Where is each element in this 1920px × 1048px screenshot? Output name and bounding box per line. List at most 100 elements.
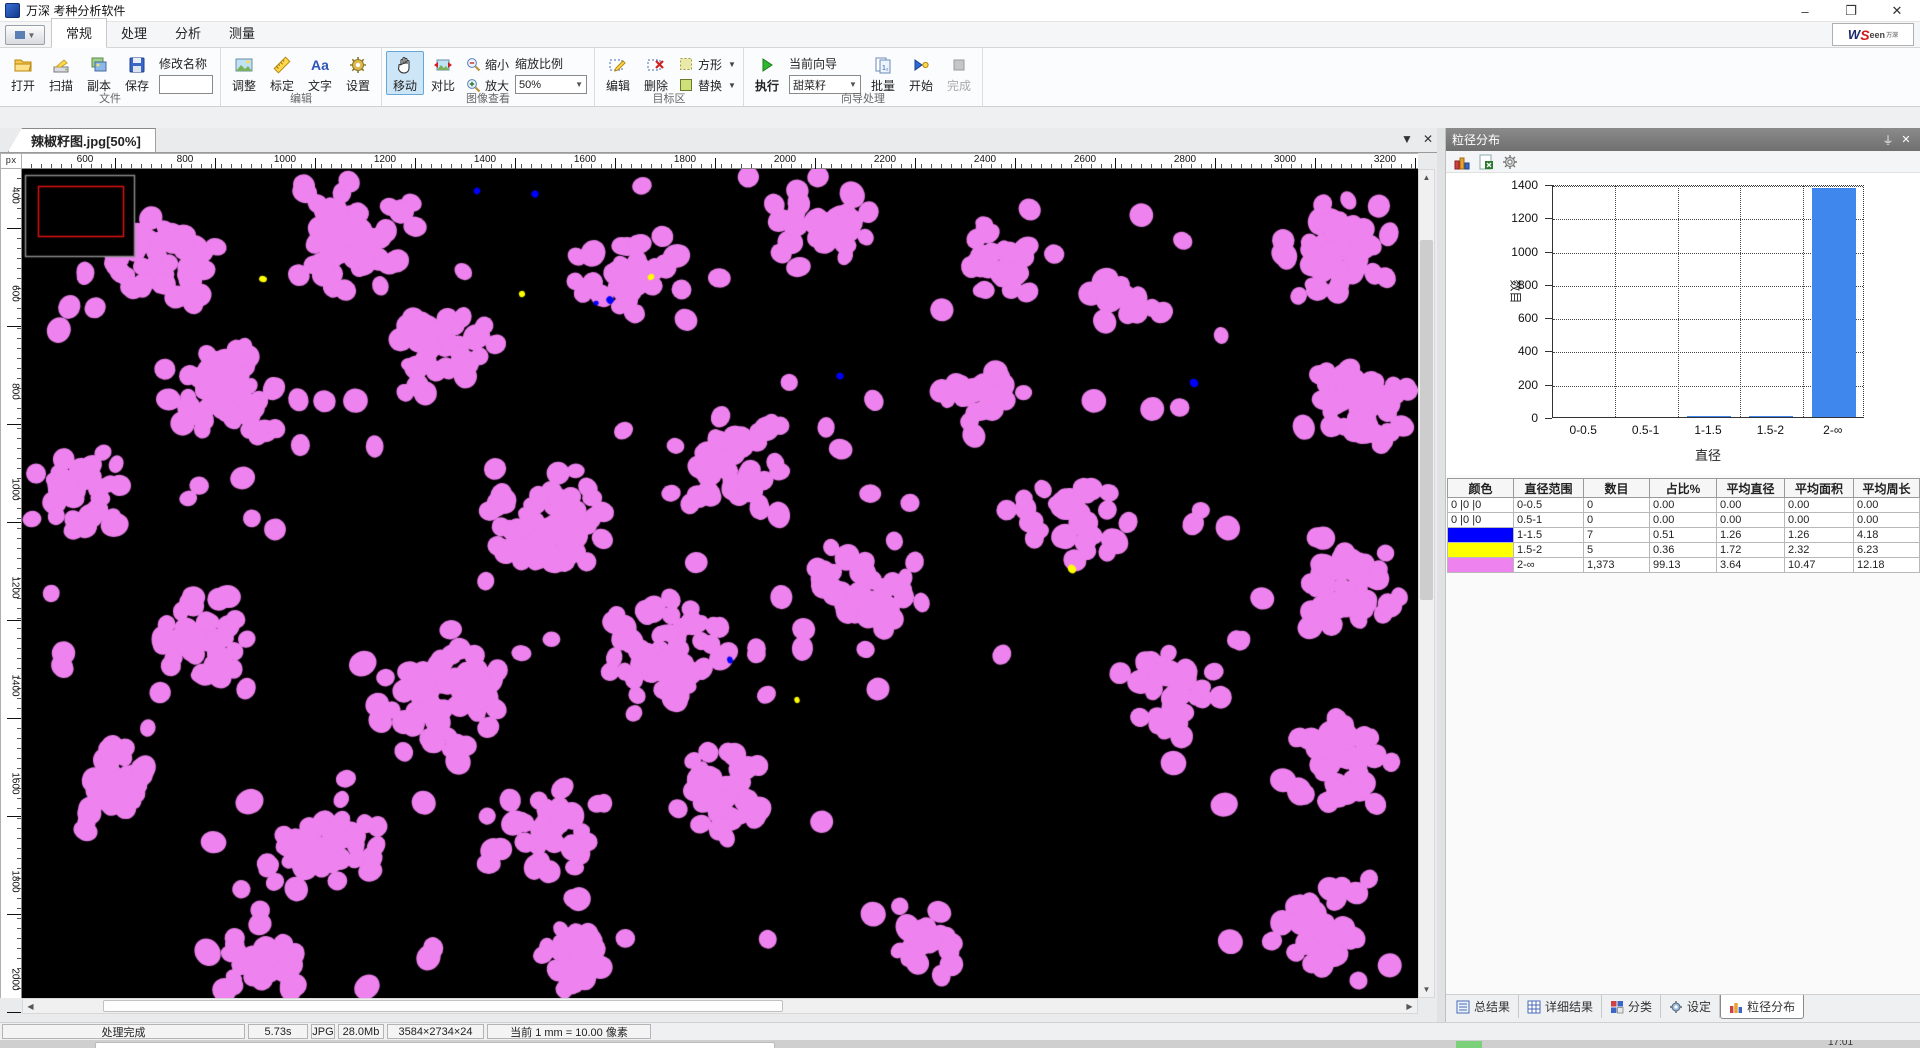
vertical-scrollbar[interactable]: ▲ ▼ [1418,169,1435,998]
close-button[interactable]: ✕ [1874,0,1920,22]
scroll-right-icon[interactable]: ▶ [1402,999,1417,1013]
group-label-region: 目标区 [595,90,743,106]
chart-x-tick-label: 2-∞ [1802,423,1864,437]
zoom-out-icon [465,56,481,72]
scroll-left-icon[interactable]: ◀ [23,999,38,1013]
vertical-ruler: 400600800100012001400160018002000 [0,169,22,998]
adjust-button[interactable]: 调整 [225,51,263,95]
compare-image-icon [433,55,453,75]
table-header: 平均面积 [1785,479,1854,498]
tab-chuli[interactable]: 处理 [107,19,161,47]
tab-celiang[interactable]: 测量 [215,19,269,47]
horizontal-scroll-thumb[interactable] [103,1000,783,1012]
panel-splitter[interactable] [1437,128,1445,1022]
chevron-down-icon: ▼ [849,80,857,89]
scan-button[interactable]: 扫描 [42,51,80,95]
detail-table-icon [1527,1000,1541,1014]
table-cell: 6.23 [1854,543,1920,558]
ruler-tick [7,718,21,719]
ruler-tick [7,914,21,915]
tab-settings[interactable]: 设定 [1661,995,1720,1018]
doc-tab-close-button[interactable]: ✕ [1423,132,1433,146]
ruler-tick-label: 1600 [10,772,21,796]
finish-icon [949,55,969,75]
panel-header: 粒径分布 ⏚ ✕ [1446,128,1920,151]
tab-changgui[interactable]: 常规 [51,18,107,48]
tab-summary[interactable]: 总结果 [1448,995,1519,1018]
settings-gear-icon[interactable] [1502,154,1518,170]
duplicate-button[interactable]: 副本 [80,51,118,95]
status-scale-calibration: 当前 1 mm = 10.00 像素 [487,1024,651,1039]
wseen-logo: WSeen万深 [1832,23,1914,46]
finish-button[interactable]: 完成 [940,51,978,95]
group-label-file: 文件 [0,90,220,106]
pin-icon[interactable]: ⏚ [1879,132,1897,148]
save-floppy-icon [127,55,147,75]
table-row[interactable]: 1-1.570.511.261.264.18 [1448,528,1920,543]
chart-bar [1812,188,1856,417]
tab-details[interactable]: 详细结果 [1519,995,1602,1018]
zoom-ratio-stack: 缩放比例 50% ▼ [515,51,587,94]
open-button[interactable]: 打开 [4,51,42,95]
chart-icon [1729,1000,1743,1014]
delete-region-button[interactable]: 删除 [637,51,675,95]
table-cell: 0.5-1 [1514,513,1584,528]
chart-icon[interactable] [1454,154,1470,170]
table-cell: 0.00 [1854,513,1920,528]
app-menu-button[interactable]: ▼ [5,25,45,45]
pan-button[interactable]: 移动 [386,51,424,95]
text-button[interactable]: Aa 文字 [301,51,339,95]
minimize-button[interactable]: – [1782,0,1828,22]
calibrate-button[interactable]: 标定 [263,51,301,95]
run-play-icon [757,55,777,75]
gridline [1615,186,1616,417]
batch-button[interactable]: 1₂ 批量 [864,51,902,95]
tab-size-distribution[interactable]: 粒径分布 [1720,995,1804,1019]
scroll-down-icon[interactable]: ▼ [1419,982,1434,997]
chart-y-tick-label: 1000 [1446,245,1538,259]
doc-tab-list-button[interactable]: ▼ [1401,132,1413,146]
classify-grid-icon [1610,1000,1624,1014]
settings-button[interactable]: 设置 [339,51,377,95]
vertical-scroll-thumb[interactable] [1420,240,1433,600]
wizard-stack: 当前向导 甜菜籽 ▼ [789,51,861,94]
ruler-tick [7,228,21,229]
ruler-tick-label: 1000 [274,154,296,165]
document-tab[interactable]: 辣椒籽图.jpg[50%] [8,128,156,152]
ribbon-group-file: 打开 扫描 副本 保存 修改名称 文件 [0,48,221,106]
ruler-tick [7,620,21,621]
chevron-down-icon: ▼ [575,80,583,89]
gridline [1740,186,1741,417]
window-title: 万深 考种分析软件 [26,2,125,19]
chart-y-tick [1545,285,1552,286]
color-swatch [1448,528,1513,542]
group-label-view: 图像查看 [382,90,594,106]
run-button[interactable]: 执行 [748,51,786,95]
tab-fenxi[interactable]: 分析 [161,19,215,47]
maximize-button[interactable]: ❐ [1828,0,1874,22]
table-header: 颜色 [1448,479,1514,498]
zoom-out-button[interactable]: 缩小 [465,55,509,73]
ruler-tick [7,816,21,817]
open-folder-icon [13,55,33,75]
table-cell: 99.13 [1650,558,1717,573]
seed-image-canvas[interactable] [22,169,1418,998]
close-icon[interactable]: ✕ [1897,133,1915,146]
svg-text:1₂: 1₂ [882,65,889,72]
square-region-button[interactable]: 方形 ▼ [678,55,736,73]
compare-button[interactable]: 对比 [424,51,462,95]
tab-classify[interactable]: 分类 [1602,995,1661,1018]
horizontal-scrollbar[interactable]: ◀ ▶ [22,998,1418,1014]
chart-y-tick-label: 1200 [1446,211,1538,225]
table-cell: 0.36 [1650,543,1717,558]
export-excel-icon[interactable] [1478,154,1494,170]
save-button[interactable]: 保存 [118,51,156,95]
table-row[interactable]: 2-∞1,37399.133.6410.4712.18 [1448,558,1920,573]
table-row[interactable]: 0 |0 |00-0.500.000.000.000.00 [1448,498,1920,513]
table-row[interactable]: 1.5-250.361.722.326.23 [1448,543,1920,558]
start-button[interactable]: 开始 [902,51,940,95]
edit-region-button[interactable]: 编辑 [599,51,637,95]
table-row[interactable]: 0 |0 |00.5-100.000.000.000.00 [1448,513,1920,528]
scroll-up-icon[interactable]: ▲ [1419,170,1434,185]
rename-label: 修改名称 [159,55,213,72]
